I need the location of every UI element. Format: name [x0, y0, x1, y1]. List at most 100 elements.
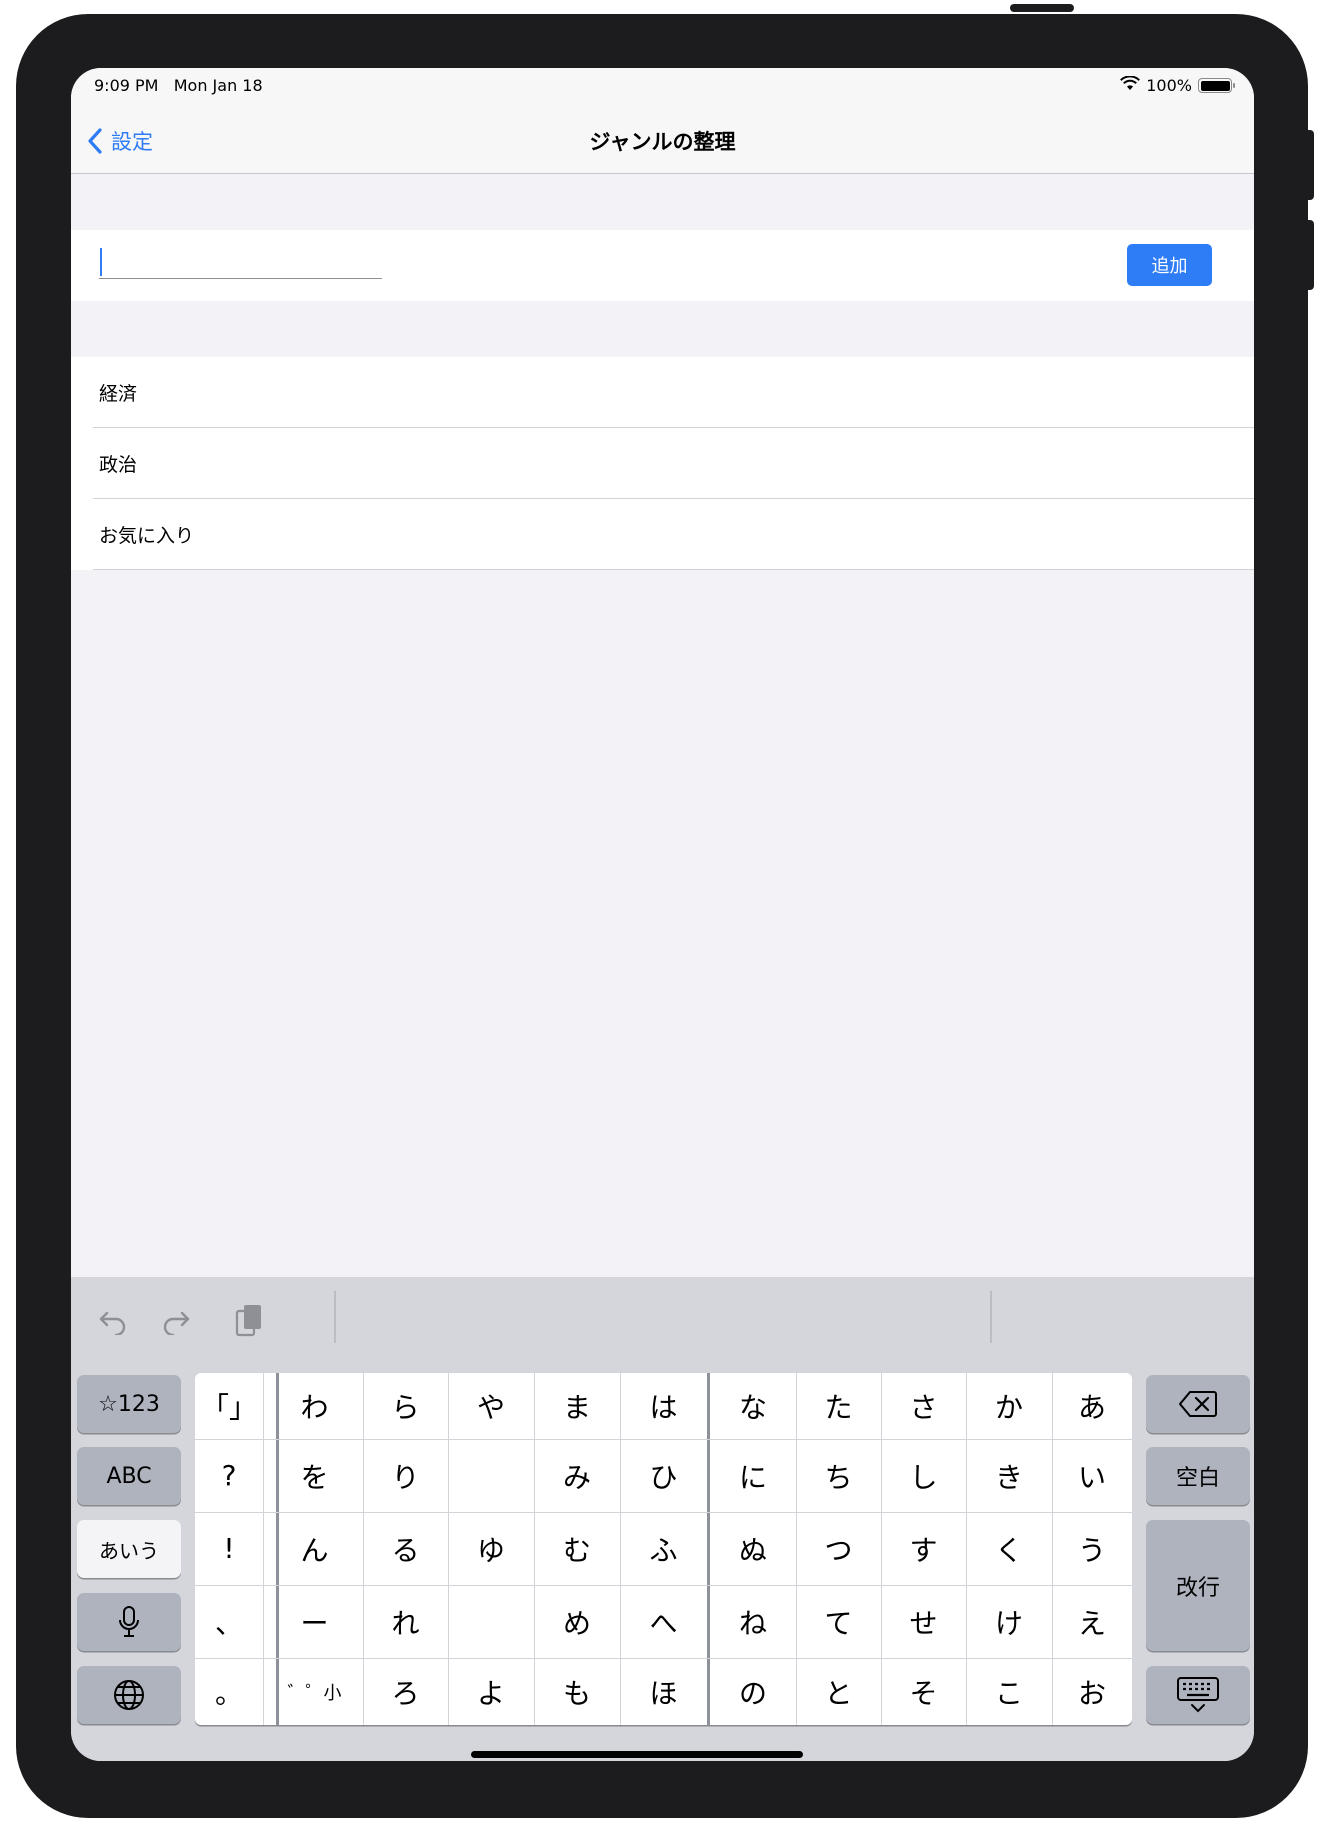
- undo-icon[interactable]: [93, 1301, 133, 1341]
- kana-key[interactable]: か: [966, 1373, 1052, 1439]
- kana-key[interactable]: !: [195, 1512, 263, 1585]
- kana-key[interactable]: き: [966, 1439, 1052, 1512]
- kana-key[interactable]: ね: [710, 1585, 796, 1658]
- kana-key[interactable]: な: [710, 1373, 796, 1439]
- kana-key[interactable]: た: [796, 1373, 881, 1439]
- kana-key[interactable]: ろ: [363, 1658, 448, 1725]
- globe-icon: [114, 1680, 144, 1710]
- globe-key[interactable]: [77, 1666, 181, 1724]
- numbers-symbols-key[interactable]: ☆123: [77, 1375, 181, 1433]
- genre-list-item[interactable]: 経済: [71, 357, 1254, 428]
- kana-key[interactable]: う: [1052, 1512, 1132, 1585]
- kana-key[interactable]: に: [710, 1439, 796, 1512]
- return-key[interactable]: 改行: [1146, 1520, 1250, 1651]
- kana-key[interactable]: を: [266, 1439, 363, 1512]
- wifi-icon: [1120, 75, 1141, 95]
- kana-key[interactable]: わ: [266, 1373, 363, 1439]
- kana-key[interactable]: め: [534, 1585, 620, 1658]
- kana-key[interactable]: み: [534, 1439, 620, 1512]
- device-volume-down-button: [1304, 220, 1314, 290]
- kana-key[interactable]: ゆ: [448, 1512, 534, 1585]
- dismiss-keyboard-key[interactable]: [1146, 1666, 1250, 1724]
- battery-percent: 100%: [1146, 76, 1192, 95]
- kana-key[interactable]: ち: [796, 1439, 881, 1512]
- empty-key: [448, 1439, 534, 1512]
- kana-key[interactable]: れ: [363, 1585, 448, 1658]
- kana-key[interactable]: ゛゜小: [266, 1658, 363, 1725]
- kana-key[interactable]: え: [1052, 1585, 1132, 1658]
- kana-key[interactable]: そ: [881, 1658, 966, 1725]
- grid-divider: [195, 1512, 1132, 1513]
- home-indicator: [471, 1751, 803, 1758]
- grid-divider: [620, 1373, 621, 1725]
- kana-key[interactable]: さ: [881, 1373, 966, 1439]
- kana-key[interactable]: あ: [1052, 1373, 1132, 1439]
- grid-divider: [881, 1373, 882, 1725]
- kana-key[interactable]: る: [363, 1512, 448, 1585]
- kana-key[interactable]: よ: [448, 1658, 534, 1725]
- genre-list-item[interactable]: 政治: [71, 428, 1254, 499]
- kana-key[interactable]: く: [966, 1512, 1052, 1585]
- microphone-icon: [119, 1606, 139, 1637]
- grid-divider: [195, 1439, 1132, 1440]
- kana-key[interactable]: む: [534, 1512, 620, 1585]
- redo-icon[interactable]: [156, 1301, 196, 1341]
- kana-key[interactable]: ぬ: [710, 1512, 796, 1585]
- kana-key[interactable]: や: [448, 1373, 534, 1439]
- kana-key[interactable]: ほ: [620, 1658, 707, 1725]
- kana-key[interactable]: ら: [363, 1373, 448, 1439]
- navigation-bar: 設定 ジャンルの整理: [71, 108, 1254, 174]
- status-bar: 9:09 PM Mon Jan 18 100%: [71, 68, 1254, 108]
- grid-divider: [1052, 1373, 1053, 1725]
- grid-divider: [195, 1585, 1132, 1586]
- device-top-button: [1010, 4, 1074, 12]
- genre-name-input[interactable]: [99, 246, 382, 279]
- kana-key[interactable]: 、: [195, 1585, 263, 1658]
- toolbar-divider: [334, 1291, 336, 1343]
- kana-key[interactable]: ま: [534, 1373, 620, 1439]
- toolbar-divider: [990, 1291, 992, 1343]
- kana-key[interactable]: と: [796, 1658, 881, 1725]
- kana-key[interactable]: い: [1052, 1439, 1132, 1512]
- kana-key[interactable]: お: [1052, 1658, 1132, 1725]
- kana-key[interactable]: ひ: [620, 1439, 707, 1512]
- kana-key[interactable]: 「」: [195, 1373, 263, 1439]
- grid-divider: [966, 1373, 967, 1725]
- add-button[interactable]: 追加: [1127, 244, 1212, 286]
- kana-key[interactable]: つ: [796, 1512, 881, 1585]
- battery-icon: [1198, 78, 1235, 93]
- delete-key[interactable]: [1146, 1375, 1250, 1433]
- kana-key[interactable]: の: [710, 1658, 796, 1725]
- kana-key[interactable]: あいう: [77, 1520, 181, 1578]
- kana-key[interactable]: ?: [195, 1439, 263, 1512]
- kana-key[interactable]: へ: [620, 1585, 707, 1658]
- kana-key[interactable]: ん: [266, 1512, 363, 1585]
- kana-key[interactable]: り: [363, 1439, 448, 1512]
- keyboard-dismiss-icon: [1177, 1677, 1219, 1713]
- kana-key[interactable]: せ: [881, 1585, 966, 1658]
- paste-icon[interactable]: [229, 1301, 269, 1341]
- delete-backward-icon: [1179, 1391, 1217, 1417]
- japanese-keyboard: ☆123 ABC あいう 「」わらやまはなたさかあ? をり みひにちしきい! んるゆむ…: [71, 1277, 1254, 1761]
- empty-key: [448, 1585, 534, 1658]
- genre-list-item[interactable]: お気に入り: [71, 499, 1254, 570]
- kana-key-grid: 「」わらやまはなたさかあ? をり みひにちしきい! んるゆむふぬつすくう、ーれ めへねて…: [195, 1373, 1132, 1725]
- dictation-key[interactable]: [77, 1593, 181, 1651]
- kana-key[interactable]: こ: [966, 1658, 1052, 1725]
- device-volume-up-button: [1304, 130, 1314, 200]
- grid-divider: [195, 1658, 1132, 1659]
- grid-divider: [276, 1373, 279, 1725]
- grid-divider: [448, 1373, 449, 1725]
- kana-key[interactable]: ー: [266, 1585, 363, 1658]
- keyboard-shortcut-bar: [71, 1277, 1254, 1369]
- kana-key[interactable]: す: [881, 1512, 966, 1585]
- kana-key[interactable]: ふ: [620, 1512, 707, 1585]
- abc-key[interactable]: ABC: [77, 1447, 181, 1505]
- kana-key[interactable]: も: [534, 1658, 620, 1725]
- kana-key[interactable]: 。: [195, 1658, 263, 1725]
- kana-key[interactable]: て: [796, 1585, 881, 1658]
- space-key[interactable]: 空白: [1146, 1447, 1250, 1505]
- kana-key[interactable]: け: [966, 1585, 1052, 1658]
- kana-key[interactable]: し: [881, 1439, 966, 1512]
- kana-key[interactable]: は: [620, 1373, 707, 1439]
